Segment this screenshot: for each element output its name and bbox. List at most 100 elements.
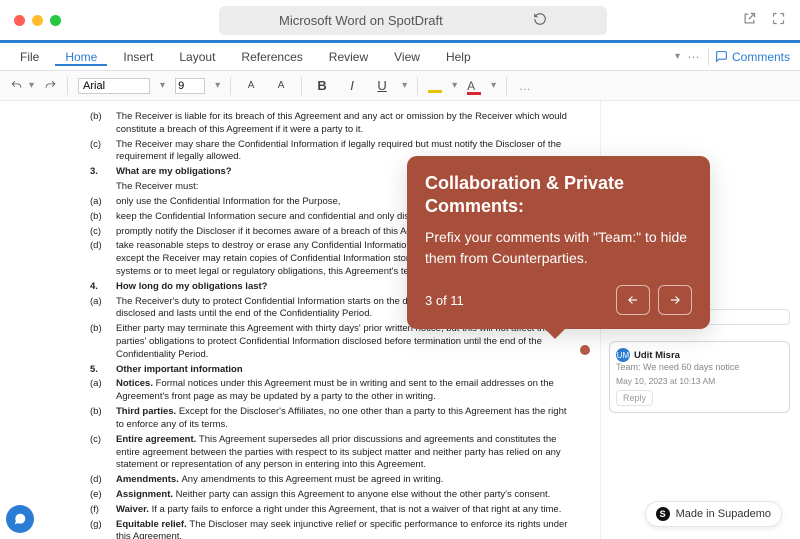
maximize-window-button[interactable]	[50, 15, 61, 26]
clause-label: (c)	[90, 226, 116, 239]
chevron-down-icon[interactable]: ▾	[452, 80, 457, 91]
content-area: (b)The Receiver is liable for its breach…	[0, 101, 800, 539]
clause-label: 4.	[90, 281, 116, 294]
chevron-down-icon[interactable]: ▾	[675, 51, 680, 62]
clause-label: 3.	[90, 166, 116, 179]
supademo-label: Made in Supademo	[676, 508, 771, 520]
chat-icon	[13, 512, 27, 526]
menu-bar: File Home Insert Layout References Revie…	[0, 43, 800, 71]
comment-card[interactable]: UM Udit Misra Team: We need 60 days noti…	[609, 341, 790, 413]
clause-label: 5.	[90, 364, 116, 377]
clause-label: (b)	[90, 323, 116, 361]
clause-text: The Receiver is liable for its breach of…	[116, 111, 570, 137]
reply-input[interactable]: Reply	[616, 390, 653, 406]
menu-references[interactable]: References	[231, 48, 312, 66]
onboarding-tooltip: Collaboration & Private Comments: Prefix…	[407, 156, 710, 329]
menu-insert[interactable]: Insert	[113, 48, 163, 66]
more-menu-icon[interactable]: ⋯	[686, 50, 702, 64]
address-bar: Microsoft Word on SpotDraft	[219, 6, 607, 35]
separator	[506, 77, 507, 95]
comment-icon	[715, 50, 728, 63]
font-grow-button[interactable]: A	[241, 80, 261, 91]
doc-clause: 5.Other important information	[90, 364, 570, 377]
comment-text: Team: We need 60 days notice	[616, 362, 783, 372]
tooltip-title: Collaboration & Private Comments:	[425, 172, 692, 217]
menu-help[interactable]: Help	[436, 48, 481, 66]
clause-text: Entire agreement. This Agreement superse…	[116, 434, 570, 472]
chevron-down-icon[interactable]: ▾	[215, 80, 220, 91]
clause-label: (a)	[90, 296, 116, 322]
undo-button[interactable]: ▾	[10, 79, 34, 92]
chevron-down-icon[interactable]: ▾	[160, 80, 165, 91]
doc-clause: (b)The Receiver is liable for its breach…	[90, 111, 570, 137]
menu-file[interactable]: File	[10, 48, 49, 66]
tooltip-step-counter: 3 of 11	[425, 293, 464, 308]
separator	[230, 77, 231, 95]
title-actions	[742, 11, 786, 29]
separator	[417, 77, 418, 95]
minimize-window-button[interactable]	[32, 15, 43, 26]
clause-label: (c)	[90, 434, 116, 472]
doc-clause: (e)Assignment. Neither party can assign …	[90, 489, 570, 502]
separator	[67, 77, 68, 95]
menu-home[interactable]: Home	[55, 48, 107, 66]
font-shrink-button[interactable]: A	[271, 80, 291, 91]
clause-label: (a)	[90, 378, 116, 404]
comment-author: Udit Misra	[634, 350, 680, 361]
highlight-color-button[interactable]	[428, 79, 442, 93]
tooltip-next-button[interactable]	[658, 285, 692, 315]
clause-label: (a)	[90, 196, 116, 209]
clause-label: (b)	[90, 211, 116, 224]
clause-label: (d)	[90, 240, 116, 278]
clause-text: Waiver. If a party fails to enforce a ri…	[116, 504, 570, 517]
clause-label: (d)	[90, 474, 116, 487]
italic-button[interactable]: I	[342, 78, 362, 93]
open-external-icon[interactable]	[742, 11, 757, 29]
comments-label: Comments	[732, 50, 790, 64]
doc-clause: (d)Amendments. Any amendments to this Ag…	[90, 474, 570, 487]
doc-clause: (a)Notices. Formal notices under this Ag…	[90, 378, 570, 404]
redo-button[interactable]	[44, 79, 57, 92]
bold-button[interactable]: B	[312, 78, 332, 93]
tooltip-body: Prefix your comments with "Team:" to hid…	[425, 227, 692, 269]
menu-view[interactable]: View	[384, 48, 430, 66]
menu-review[interactable]: Review	[319, 48, 378, 66]
clause-text: Other important information	[116, 364, 570, 377]
clause-text: Assignment. Neither party can assign thi…	[116, 489, 570, 502]
doc-clause: (g)Equitable relief. The Discloser may s…	[90, 519, 570, 539]
font-color-button[interactable]: A	[467, 79, 481, 93]
doc-clause: (c)Entire agreement. This Agreement supe…	[90, 434, 570, 472]
clause-text: Third parties. Except for the Discloser'…	[116, 406, 570, 432]
window-controls	[14, 15, 61, 26]
comments-button[interactable]: Comments	[715, 50, 790, 64]
clause-label: (c)	[90, 139, 116, 165]
close-window-button[interactable]	[14, 15, 25, 26]
tooltip-prev-button[interactable]	[616, 285, 650, 315]
font-size-select[interactable]	[175, 78, 205, 94]
chat-fab[interactable]	[6, 505, 34, 533]
doc-clause: (f)Waiver. If a party fails to enforce a…	[90, 504, 570, 517]
chevron-down-icon[interactable]: ▾	[491, 80, 496, 91]
font-name-select[interactable]	[78, 78, 150, 94]
clause-text: Amendments. Any amendments to this Agree…	[116, 474, 570, 487]
clause-label: (b)	[90, 111, 116, 137]
clause-label: (b)	[90, 406, 116, 432]
clause-text: Equitable relief. The Discloser may seek…	[116, 519, 570, 539]
separator	[708, 48, 709, 66]
clause-label: (f)	[90, 504, 116, 517]
chevron-down-icon[interactable]: ▾	[402, 80, 407, 91]
more-formatting-icon[interactable]: …	[517, 79, 533, 93]
menu-layout[interactable]: Layout	[169, 48, 225, 66]
reload-icon[interactable]	[533, 12, 547, 29]
window-titlebar: Microsoft Word on SpotDraft	[0, 0, 800, 40]
author-avatar: UM	[616, 348, 630, 362]
expand-icon[interactable]	[771, 11, 786, 29]
clause-label	[90, 181, 116, 194]
supademo-icon: S	[656, 507, 670, 521]
comment-presence-dot	[580, 345, 590, 355]
underline-button[interactable]: U	[372, 78, 392, 93]
supademo-badge[interactable]: S Made in Supademo	[645, 501, 782, 527]
comment-date: May 10, 2023 at 10:13 AM	[616, 376, 783, 386]
separator	[301, 77, 302, 95]
clause-label: (g)	[90, 519, 116, 539]
